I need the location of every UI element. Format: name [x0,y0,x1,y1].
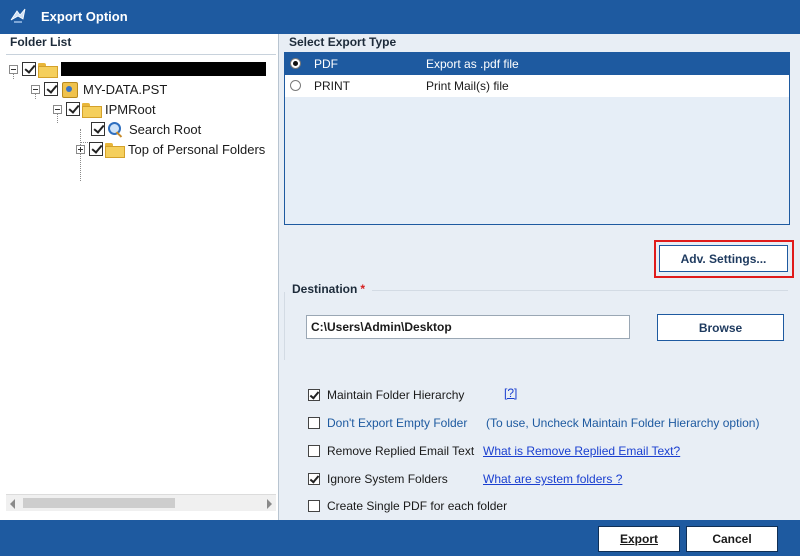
option-label: Maintain Folder Hierarchy [327,388,465,402]
tree-item-label: Search Root [129,121,202,137]
destination-label: Destination * [292,282,366,296]
tree-item-root[interactable] [9,59,266,79]
help-link[interactable]: [?] [504,386,517,400]
window-title: Export Option [41,9,128,24]
tree-item-label: IPMRoot [105,101,156,117]
tree-item-label: Top of Personal Folders [128,141,266,157]
option-maintain-hierarchy[interactable]: Maintain Folder Hierarchy [308,388,464,402]
export-button-label: Export [619,532,658,546]
print-radio[interactable] [290,80,301,91]
pst-file-icon [60,81,78,98]
ignore-system-checkbox[interactable] [308,473,320,485]
maintain-hierarchy-checkbox[interactable] [308,389,320,401]
search-icon [107,121,124,138]
tree-item-top-of-personal-folders[interactable]: Top of Personal Folders [76,139,265,159]
tree-checkbox-ipmroot[interactable] [66,102,80,116]
dialog-footer: Export Cancel [0,520,800,556]
export-settings-pane: Select Export Type PDF Export as .pdf fi… [280,34,800,520]
folder-open-icon [38,62,58,78]
collapse-icon[interactable] [31,84,40,94]
single-pdf-checkbox[interactable] [308,500,320,512]
export-type-description: Print Mail(s) file [426,79,509,93]
remove-replied-help-link[interactable]: What is Remove Replied Email Text? [483,444,680,458]
title-bar: Export Option [0,0,800,34]
option-dont-export-empty[interactable]: Don't Export Empty Folder [308,416,467,430]
export-type-name: PRINT [314,79,350,93]
system-folders-help-link[interactable]: What are system folders ? [483,472,622,486]
redacted-root-label [61,62,266,76]
tree-item-my-data-pst[interactable]: MY-DATA.PST [31,79,167,99]
option-remove-replied[interactable]: Remove Replied Email Text [308,444,474,458]
export-type-pdf[interactable]: PDF Export as .pdf file [285,53,789,75]
folder-icon [82,102,102,118]
export-type-list: PDF Export as .pdf file PRINT Print Mail… [284,52,790,225]
tree-item-label: MY-DATA.PST [83,81,168,97]
export-button[interactable]: Export [598,526,680,552]
folder-icon [105,142,125,158]
export-type-header: Select Export Type [289,35,397,49]
export-type-name: PDF [314,57,338,71]
adv-settings-button[interactable]: Adv. Settings... [659,245,788,272]
cancel-button[interactable]: Cancel [686,526,778,552]
browse-button[interactable]: Browse [657,314,784,341]
divider [284,292,285,360]
scrollbar-thumb[interactable] [23,498,175,508]
tree-checkbox-pst[interactable] [44,82,58,96]
divider [372,290,788,291]
tree-checkbox-search-root[interactable] [91,122,105,136]
option-label: Remove Replied Email Text [327,444,475,458]
scroll-left-icon[interactable] [10,499,15,509]
remove-replied-checkbox[interactable] [308,445,320,457]
pdf-radio[interactable] [290,58,301,69]
dont-export-empty-checkbox[interactable] [308,417,320,429]
required-marker: * [360,282,366,296]
hierarchy-hint: (To use, Uncheck Maintain Folder Hierarc… [486,416,760,430]
scroll-right-icon[interactable] [267,499,272,509]
option-label: Ignore System Folders [327,472,448,486]
folder-list-header: Folder List [10,35,72,49]
option-label: Don't Export Empty Folder [327,416,468,430]
tree-item-search-root[interactable]: Search Root [91,119,201,139]
cancel-button-label: Cancel [712,532,752,546]
folder-list-pane: Folder List MY-DATA.PST IPMRoot Search R… [0,34,279,520]
collapse-icon[interactable] [53,104,62,114]
tree-checkbox-root[interactable] [22,62,36,76]
tree-item-ipmroot[interactable]: IPMRoot [53,99,156,119]
export-type-print[interactable]: PRINT Print Mail(s) file [285,75,789,97]
folder-tree[interactable]: MY-DATA.PST IPMRoot Search Root Top of P… [6,54,276,494]
tree-checkbox-top-personal[interactable] [89,142,103,156]
export-type-description: Export as .pdf file [426,57,519,71]
destination-path-input[interactable]: C:\Users\Admin\Desktop [306,315,630,339]
option-single-pdf[interactable]: Create Single PDF for each folder [308,499,507,513]
app-logo-icon [10,8,26,23]
collapse-icon[interactable] [9,64,18,74]
option-label: Create Single PDF for each folder [327,499,508,513]
dialog-body: Folder List MY-DATA.PST IPMRoot Search R… [0,34,800,520]
horizontal-scrollbar[interactable] [6,494,276,511]
option-ignore-system[interactable]: Ignore System Folders [308,472,448,486]
expand-icon[interactable] [76,144,85,154]
